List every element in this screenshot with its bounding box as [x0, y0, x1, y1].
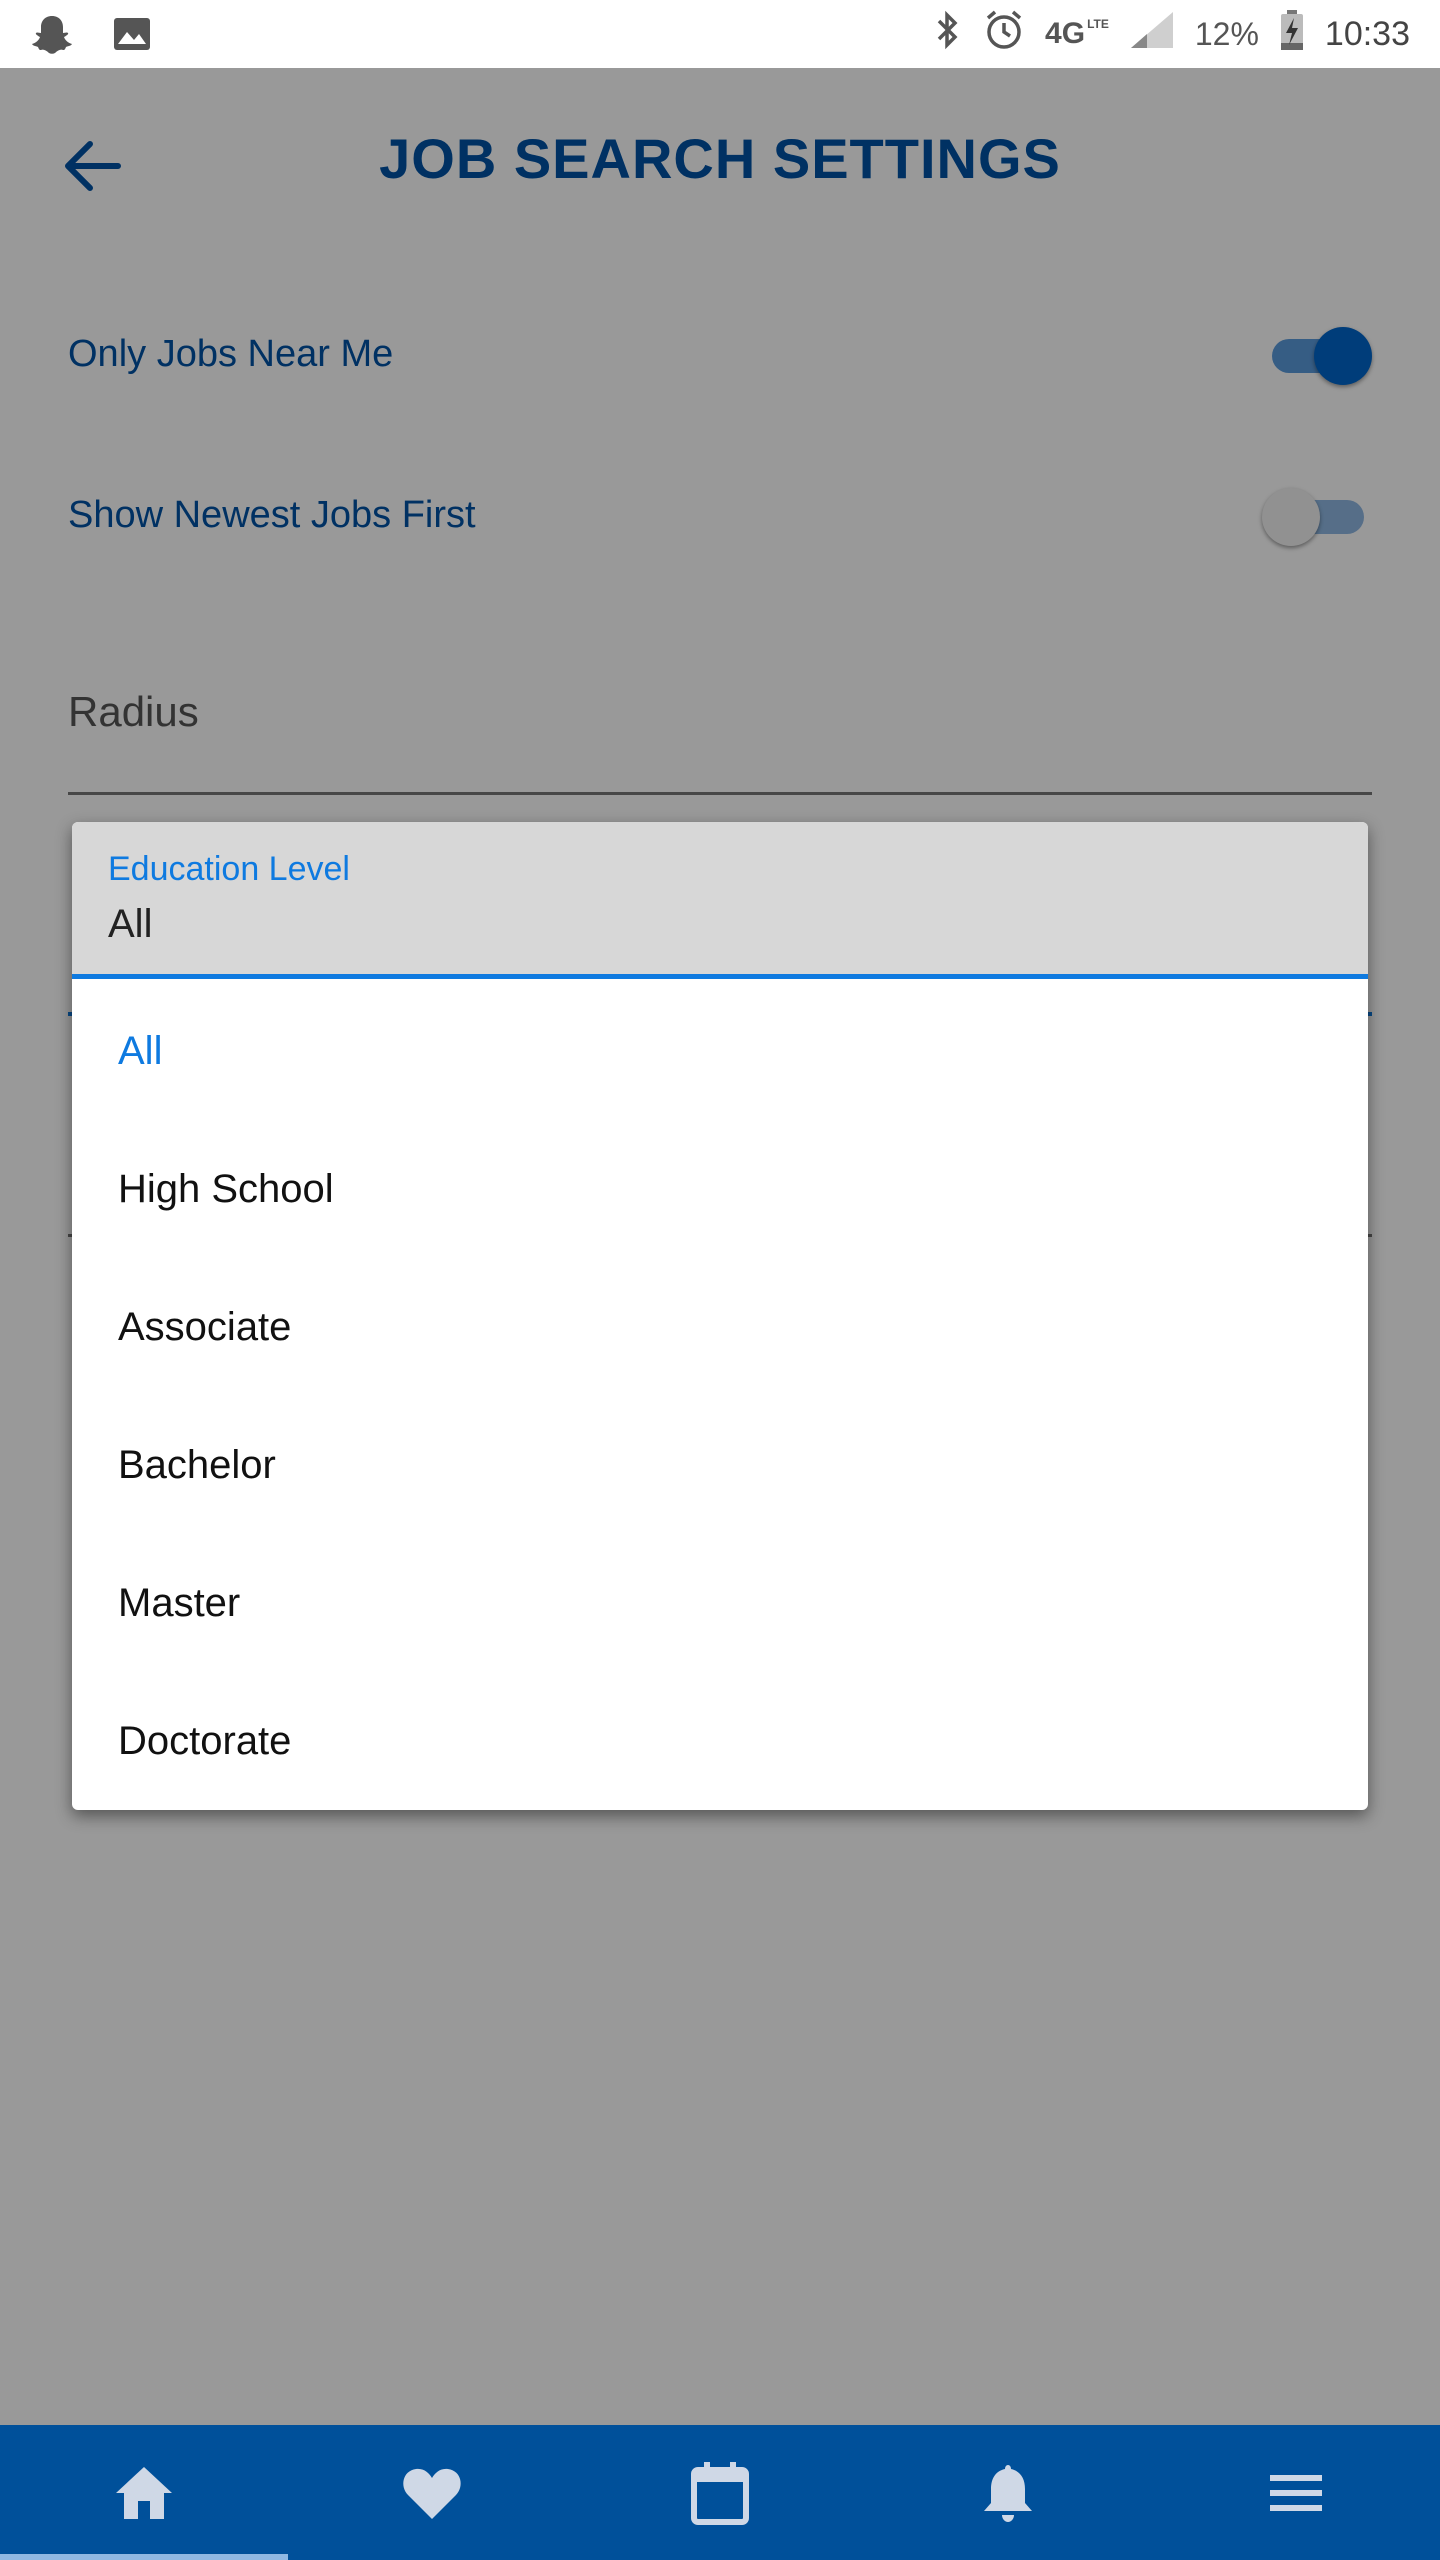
image-icon: [112, 14, 152, 65]
option-associate[interactable]: Associate: [72, 1258, 1368, 1396]
bell-icon: [984, 2464, 1032, 2522]
nav-favorites[interactable]: [288, 2425, 576, 2560]
option-doctorate[interactable]: Doctorate: [72, 1672, 1368, 1810]
bluetooth-icon: [933, 10, 963, 59]
education-level-select[interactable]: Education Level All: [72, 822, 1368, 979]
battery-percent: 12%: [1194, 15, 1259, 52]
dropdown-options-list: All High School Associate Bachelor Maste…: [72, 982, 1368, 1810]
menu-icon: [1270, 2474, 1322, 2511]
signal-icon: [1129, 10, 1175, 59]
option-master[interactable]: Master: [72, 1534, 1368, 1672]
nav-calendar[interactable]: [576, 2425, 864, 2560]
education-level-label: Education Level: [108, 850, 350, 888]
nav-notifications[interactable]: [864, 2425, 1152, 2560]
alarm-icon: [983, 9, 1025, 60]
heart-icon: [403, 2468, 461, 2519]
education-level-dropdown: Education Level All All High School Asso…: [72, 822, 1368, 1810]
battery-charging-icon: [1279, 9, 1305, 60]
option-all[interactable]: All: [72, 982, 1368, 1120]
bottom-navigation: [0, 2425, 1440, 2560]
nav-menu[interactable]: [1152, 2425, 1440, 2560]
calendar-icon: [691, 2461, 749, 2525]
education-level-value: All: [108, 902, 153, 946]
clock-time: 10:33: [1324, 14, 1410, 53]
option-bachelor[interactable]: Bachelor: [72, 1396, 1368, 1534]
snapchat-icon: [30, 14, 74, 65]
nav-home[interactable]: [0, 2425, 288, 2560]
active-tab-indicator: [0, 2554, 288, 2560]
home-icon: [116, 2466, 172, 2519]
option-high-school[interactable]: High School: [72, 1120, 1368, 1258]
status-bar: 4G LTE 12% 10:33: [0, 0, 1440, 68]
focus-underline: [72, 974, 1368, 979]
network-type-indicator: 4G LTE: [1045, 17, 1109, 50]
